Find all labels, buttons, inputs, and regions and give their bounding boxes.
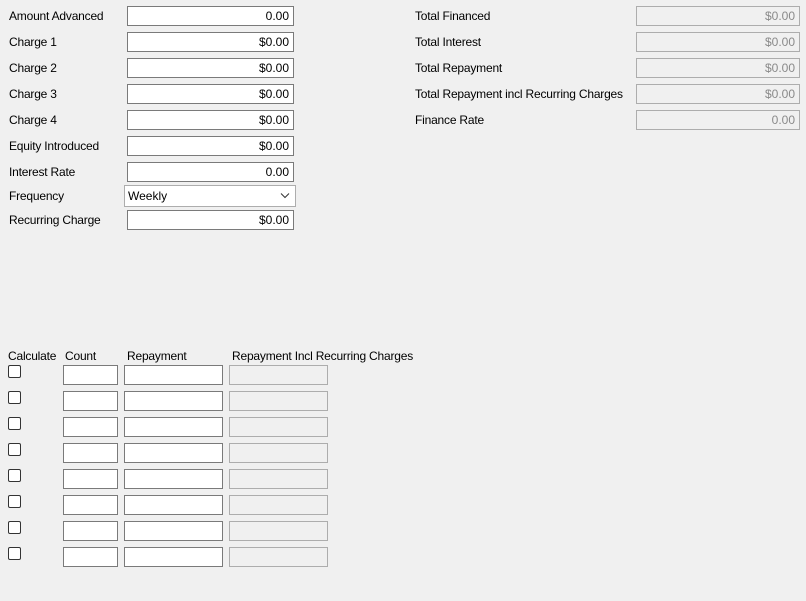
calculate-checkbox[interactable]	[8, 391, 21, 404]
repayment-incl-output	[229, 365, 328, 385]
calculate-checkbox[interactable]	[8, 469, 21, 482]
repayment-input[interactable]	[124, 365, 223, 385]
repayment-input[interactable]	[124, 547, 223, 567]
repayment-header: Repayment	[127, 349, 187, 363]
count-input[interactable]	[63, 365, 118, 385]
repayment-incl-output	[229, 417, 328, 437]
charge-4-label: Charge 4	[9, 113, 57, 127]
calculate-checkbox[interactable]	[8, 547, 21, 560]
repayment-input[interactable]	[124, 391, 223, 411]
repayment-incl-output	[229, 391, 328, 411]
count-input[interactable]	[63, 417, 118, 437]
finance-rate-label: Finance Rate	[415, 113, 484, 127]
chevron-down-icon	[280, 193, 290, 199]
repayment-incl-output	[229, 495, 328, 515]
interest-rate-label: Interest Rate	[9, 165, 76, 179]
calculate-header: Calculate	[8, 349, 57, 363]
count-header: Count	[65, 349, 97, 363]
repayment-input[interactable]	[124, 443, 223, 463]
total-financed-label: Total Financed	[415, 9, 491, 23]
charge-3-label: Charge 3	[9, 87, 57, 101]
charge-2-input[interactable]: $0.00	[127, 58, 294, 78]
amount-advanced-input[interactable]: 0.00	[127, 6, 294, 26]
total-repayment-label: Total Repayment	[415, 61, 503, 75]
repayment-incl-output	[229, 521, 328, 541]
charge-1-input[interactable]: $0.00	[127, 32, 294, 52]
total-interest-output: $0.00	[636, 32, 800, 52]
total-repayment-incl-output: $0.00	[636, 84, 800, 104]
interest-rate-input[interactable]: 0.00	[127, 162, 294, 182]
equity-introduced-input[interactable]: $0.00	[127, 136, 294, 156]
repayment-input[interactable]	[124, 521, 223, 541]
count-input[interactable]	[63, 469, 118, 489]
total-repayment-incl-label: Total Repayment incl Recurring Charges	[415, 87, 623, 101]
total-repayment-output: $0.00	[636, 58, 800, 78]
total-financed-output: $0.00	[636, 6, 800, 26]
calculate-checkbox[interactable]	[8, 521, 21, 534]
repayment-input[interactable]	[124, 495, 223, 515]
count-input[interactable]	[63, 443, 118, 463]
recurring-charge-input[interactable]: $0.00	[127, 210, 294, 230]
amount-advanced-label: Amount Advanced	[9, 9, 104, 23]
count-input[interactable]	[63, 495, 118, 515]
count-input[interactable]	[63, 391, 118, 411]
frequency-select[interactable]: Weekly	[124, 185, 296, 207]
count-input[interactable]	[63, 521, 118, 541]
finance-rate-output: 0.00	[636, 110, 800, 130]
frequency-selected-value: Weekly	[128, 189, 168, 203]
total-interest-label: Total Interest	[415, 35, 481, 49]
count-input[interactable]	[63, 547, 118, 567]
calculate-checkbox[interactable]	[8, 365, 21, 378]
repayment-incl-output	[229, 443, 328, 463]
frequency-label: Frequency	[9, 189, 64, 203]
calculate-checkbox[interactable]	[8, 495, 21, 508]
charge-3-input[interactable]: $0.00	[127, 84, 294, 104]
equity-introduced-label: Equity Introduced	[9, 139, 99, 153]
repayment-input[interactable]	[124, 417, 223, 437]
repayment-incl-header: Repayment Incl Recurring Charges	[232, 349, 414, 363]
repayment-incl-output	[229, 469, 328, 489]
repayment-input[interactable]	[124, 469, 223, 489]
charge-4-input[interactable]: $0.00	[127, 110, 294, 130]
repayment-incl-output	[229, 547, 328, 567]
calculate-checkbox[interactable]	[8, 417, 21, 430]
charge-2-label: Charge 2	[9, 61, 57, 75]
recurring-charge-label: Recurring Charge	[9, 213, 101, 227]
calculate-checkbox[interactable]	[8, 443, 21, 456]
charge-1-label: Charge 1	[9, 35, 57, 49]
